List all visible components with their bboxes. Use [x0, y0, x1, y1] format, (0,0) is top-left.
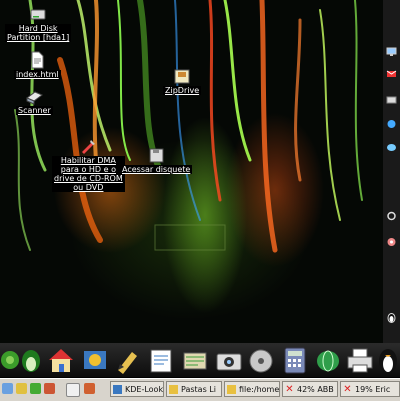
right-side-panel	[383, 0, 400, 343]
search-icon[interactable]	[16, 383, 27, 394]
scanner-icon	[24, 86, 44, 106]
multimedia-icon[interactable]	[246, 345, 276, 375]
desktop-icon-hard-disk[interactable]: Hard Disk Partition [hda1]	[5, 4, 72, 42]
hard-disk-icon	[28, 4, 48, 24]
desktop-icon-scanner[interactable]: Scanner	[16, 86, 53, 115]
desktop-icon-index-html[interactable]: index.html	[14, 50, 61, 79]
floppy-icon	[146, 145, 166, 165]
mail-icon[interactable]	[386, 64, 397, 77]
desktop-icon-label: index.html	[14, 70, 61, 79]
taskbar: KDE-Look Pastas Li file:/home ✕ 42% ABB ✕…	[0, 378, 400, 401]
taskbar-button-eric[interactable]: ✕ 19% Eric	[340, 381, 400, 397]
penguin-icon[interactable]	[16, 345, 46, 375]
taskbar-button-file-home[interactable]: file:/home	[224, 381, 280, 397]
chat-bubble-icon[interactable]	[386, 138, 397, 151]
ladybug-icon[interactable]	[30, 383, 41, 394]
home-icon[interactable]	[46, 345, 76, 375]
browser-icon[interactable]	[2, 383, 13, 394]
settings-icon[interactable]	[386, 232, 397, 246]
show-desktop-icon[interactable]	[66, 383, 80, 397]
folder-icon	[227, 385, 236, 394]
chat-icon[interactable]	[386, 114, 397, 128]
graphics-editor-icon[interactable]	[113, 345, 143, 375]
folder-icon	[169, 385, 178, 394]
kde-main-panel	[0, 343, 400, 377]
printer-icon[interactable]	[345, 345, 375, 375]
desktop-icon-label: Acessar disquete	[120, 165, 193, 174]
taskbar-button-kde-look[interactable]: KDE-Look	[110, 381, 164, 397]
html-file-icon	[27, 50, 47, 70]
mail-folder-icon[interactable]	[386, 90, 397, 104]
taskbar-button-pastas[interactable]: Pastas Li	[166, 381, 222, 397]
desktop-icon-label: Scanner	[16, 106, 53, 115]
camera-icon[interactable]	[214, 345, 244, 375]
gear-icon[interactable]	[44, 383, 55, 394]
desktop-icon-zipdrive[interactable]: ZipDrive	[163, 66, 202, 95]
taskbar-button-abb[interactable]: ✕ 42% ABB	[282, 381, 338, 397]
kde-icon	[113, 385, 122, 394]
zip-drive-icon	[172, 66, 192, 86]
monitor-icon[interactable]	[386, 42, 397, 56]
control-center-icon[interactable]	[80, 345, 110, 375]
desktop-background: Hard Disk Partition [hda1] index.html Sc…	[0, 0, 400, 343]
calculator-icon[interactable]	[280, 345, 310, 375]
close-icon: ✕	[343, 384, 352, 395]
office-icon[interactable]	[180, 345, 210, 375]
desktop-icon-label: Hard Disk Partition [hda1]	[5, 24, 72, 42]
desktop-icon-label: Habilitar DMA para o HD e o drive de CD-…	[52, 156, 125, 192]
desktop-icon-label: ZipDrive	[163, 86, 202, 95]
launcher-icon[interactable]	[84, 383, 95, 394]
close-icon: ✕	[285, 384, 294, 395]
tux-icon[interactable]	[386, 308, 397, 323]
power-icon[interactable]	[386, 206, 397, 221]
desktop-icon-habilitar-dma[interactable]: Habilitar DMA para o HD e o drive de CD-…	[52, 136, 125, 192]
desktop-icon-acessar-disquete[interactable]: Acessar disquete	[120, 145, 193, 174]
text-editor-icon[interactable]	[147, 345, 177, 375]
network-icon[interactable]	[313, 345, 343, 375]
dma-tool-icon	[78, 136, 98, 156]
penguin-icon[interactable]	[376, 345, 400, 375]
